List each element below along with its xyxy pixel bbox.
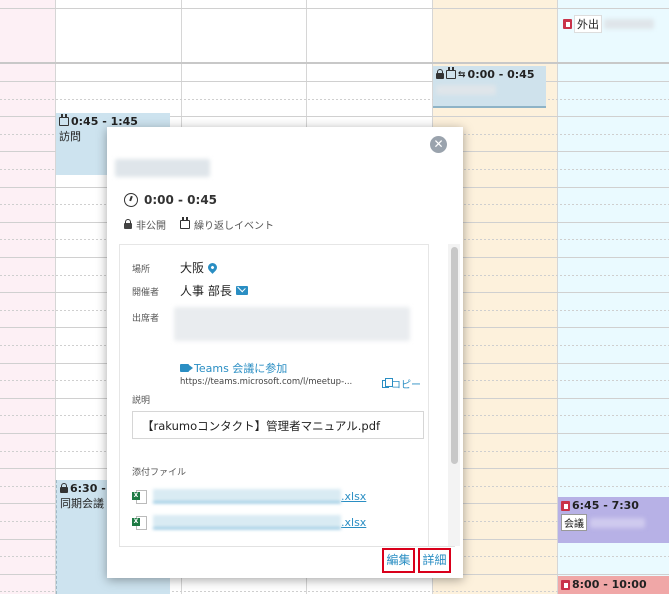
- attachment-ext: .xlsx: [341, 516, 367, 529]
- teams-url: https://teams.microsoft.com/l/meetup-...: [180, 377, 353, 387]
- scrollbar[interactable]: [448, 244, 460, 546]
- day-column[interactable]: [0, 0, 56, 594]
- recurring-label: 繰り返しイベント: [194, 221, 274, 232]
- event-badge: 外出: [574, 15, 602, 33]
- event-kaigi[interactable]: 6:45 - 7:30 会議: [558, 497, 669, 543]
- attachments-label: 添付ファイル: [132, 468, 187, 478]
- event-time: 0:00 - 0:45: [144, 193, 218, 207]
- lock-icon: [436, 69, 444, 79]
- grid-line: [0, 8, 669, 9]
- attendees-blurred: [174, 307, 410, 341]
- recurring-icon: [180, 217, 190, 229]
- all-day-separator: [0, 62, 669, 64]
- event-flags: 非公開 繰り返しイベント: [124, 217, 274, 232]
- event-detail-popup: ✕ 0:00 - 0:45 非公開 繰り返しイベント 場所 大阪 開催者 人事 …: [107, 127, 463, 578]
- detail-button[interactable]: 詳細: [418, 548, 451, 573]
- attachment-ext: .xlsx: [341, 490, 367, 503]
- privacy-label: 非公開: [136, 221, 166, 232]
- grid-line: [0, 99, 669, 100]
- excel-file-icon: [132, 489, 147, 504]
- description-box: 【rakumoコンタクト】管理者マニュアル.pdf: [132, 411, 424, 439]
- event-mark-icon: [561, 500, 570, 511]
- organizer-value: 人事 部長: [180, 282, 248, 299]
- event-badge: 会議: [561, 514, 587, 531]
- close-icon[interactable]: ✕: [430, 136, 447, 153]
- footer-divider: [119, 546, 455, 547]
- organizer-text: 人事 部長: [180, 284, 232, 298]
- event-mark-icon: [563, 19, 572, 29]
- copy-button[interactable]: コピー: [382, 376, 421, 391]
- event-time: 6:45 - 7:30: [572, 499, 639, 512]
- recurring-icon: [446, 67, 456, 79]
- sync-icon: ⇆: [458, 69, 466, 80]
- organizer-label: 開催者: [132, 288, 160, 298]
- description-label: 説明: [132, 396, 151, 406]
- map-pin-icon[interactable]: [206, 261, 219, 274]
- recurring-icon: [59, 114, 69, 126]
- grid-line: [0, 81, 669, 82]
- event-time: 0:00 - 0:45: [467, 68, 535, 81]
- attachment-item[interactable]: .xlsx: [132, 515, 366, 530]
- detail-panel: 場所 大阪 開催者 人事 部長 出席者 Teams 会議に参加 https://…: [119, 244, 429, 546]
- event-recurring[interactable]: ⇆ 0:00 - 0:45: [433, 66, 546, 108]
- attachment-item[interactable]: .xlsx: [132, 489, 366, 504]
- lock-icon: [60, 483, 68, 493]
- teams-join-link[interactable]: Teams 会議に参加: [180, 360, 287, 376]
- location-text: 大阪: [180, 261, 205, 275]
- event-late[interactable]: 8:00 - 10:00: [558, 576, 669, 594]
- location-label: 場所: [132, 265, 151, 275]
- event-time: 8:00 - 10:00: [572, 578, 647, 591]
- attachment-link[interactable]: .xlsx: [153, 489, 366, 503]
- blurred-title: [436, 85, 496, 95]
- lock-icon: [124, 219, 132, 229]
- mail-icon[interactable]: [235, 286, 248, 295]
- blurred-title: [604, 19, 654, 29]
- teams-link-label: Teams 会議に参加: [194, 362, 288, 375]
- edit-button[interactable]: 編集: [382, 548, 415, 573]
- event-mark-icon: [561, 579, 570, 590]
- video-icon: [180, 364, 193, 372]
- location-value: 大阪: [180, 259, 219, 276]
- blurred-title: [590, 517, 645, 528]
- attendees-label: 出席者: [132, 314, 160, 324]
- copy-label: コピー: [391, 380, 421, 391]
- event-detail-scroll[interactable]: 場所 大阪 開催者 人事 部長 出席者 Teams 会議に参加 https://…: [119, 244, 461, 546]
- copy-icon: [382, 377, 393, 388]
- excel-file-icon: [132, 515, 147, 530]
- scrollbar-thumb[interactable]: [451, 247, 458, 464]
- event-title-blurred: [115, 159, 210, 177]
- event-time-row: 0:00 - 0:45: [124, 193, 217, 207]
- event-gaishutsu[interactable]: 外出: [560, 13, 669, 53]
- clock-icon: [124, 193, 138, 207]
- attachment-link[interactable]: .xlsx: [153, 515, 366, 529]
